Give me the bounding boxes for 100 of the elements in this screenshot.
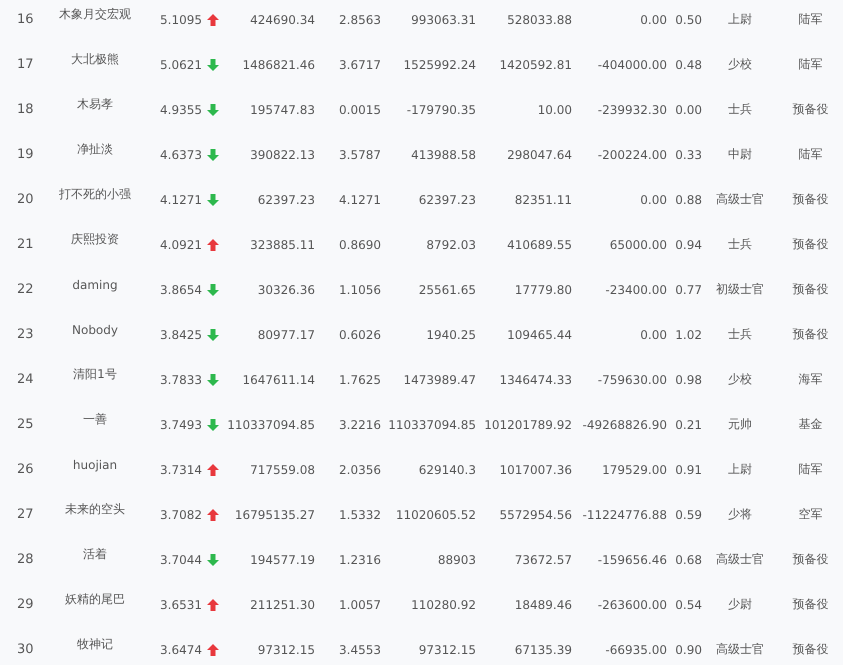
table-cell-text: 629140.3 (418, 462, 476, 476)
table-cell-text: 0.21 (674, 418, 702, 432)
table-cell-text: 8792.03 (425, 238, 476, 252)
table-cell-text: 65000.00 (608, 238, 667, 252)
table-cell-text: 110280.92 (410, 598, 476, 612)
table-cell-text: 1.02 (674, 328, 702, 342)
table-cell-text: -239932.30 (596, 102, 667, 116)
table-cell-text: 97312.15 (418, 642, 476, 656)
table-cell-text: 18489.46 (514, 598, 572, 612)
table-cell-text: 1420592.81 (498, 58, 572, 72)
table-cell-text: 1.5332 (338, 508, 381, 522)
name-cell-text: 活着 (82, 546, 108, 563)
rank-title-cell-text: 士兵 (727, 236, 753, 253)
table-cell-text: -23400.00 (604, 282, 667, 296)
branch-cell-text: 空军 (798, 506, 824, 523)
table-cell-text: 323885.11 (249, 238, 315, 252)
rank-title-cell-text: 少尉 (727, 596, 753, 613)
score-cell-text: 3.7833 (159, 372, 202, 386)
table-cell-text: -11224776.88 (582, 508, 667, 522)
table-cell-text: 3.4553 (338, 642, 381, 656)
table-cell-text: 16795135.27 (234, 508, 315, 522)
table-cell-text: 110337094.85 (226, 418, 315, 432)
rank-cell-text: 17 (16, 57, 35, 72)
table-cell-text: -49268826.90 (582, 418, 667, 432)
rank-cell-text: 27 (16, 507, 35, 522)
table-cell-text: 1940.25 (425, 328, 476, 342)
table-cell-text: 298047.64 (506, 148, 572, 162)
score-cell-text: 3.8654 (159, 282, 202, 296)
table-cell-text: 1.1056 (338, 282, 381, 296)
table-cell-text: 3.5787 (338, 148, 381, 162)
rank-cell-text: 22 (16, 282, 35, 297)
rank-cell-text: 24 (16, 372, 35, 387)
table-cell-text: -66935.00 (604, 642, 667, 656)
table-cell-text: 3.6717 (338, 58, 381, 72)
table-cell-text: 0.48 (674, 58, 702, 72)
table-cell-text: 194577.19 (249, 552, 315, 566)
rank-title-cell-text: 中尉 (727, 146, 753, 163)
table-cell-text: 0.6026 (338, 328, 381, 342)
branch-cell-text: 预备役 (792, 551, 830, 568)
table-cell-text: 88903 (436, 552, 476, 566)
score-cell-text: 3.7044 (159, 552, 202, 566)
branch-cell-text: 预备役 (792, 281, 830, 298)
branch-cell-text: 陆军 (798, 11, 824, 28)
table-cell-text: 2.8563 (338, 12, 381, 26)
rank-title-cell-text: 高级士官 (715, 551, 765, 568)
score-cell-text: 3.8425 (159, 328, 202, 342)
table-cell-text: 1.0057 (338, 598, 381, 612)
table-cell-text: 5572954.56 (498, 508, 572, 522)
score-cell-text: 3.7314 (159, 462, 202, 476)
table-cell-text: 2.0356 (338, 462, 381, 476)
name-cell-text: 一善 (82, 411, 108, 428)
table-cell-text: 413988.58 (410, 148, 476, 162)
rank-title-cell-text: 上尉 (727, 461, 753, 478)
table-cell-text: -263600.00 (596, 598, 667, 612)
table-cell-text: 25561.65 (418, 282, 476, 296)
score-cell-text: 4.6373 (159, 148, 202, 162)
rank-cell-text: 21 (16, 237, 35, 252)
table-cell-text: 0.00 (639, 12, 667, 26)
name-cell-text: 清阳1号 (72, 366, 118, 383)
branch-cell-text: 预备役 (792, 641, 830, 658)
rank-cell-text: 20 (16, 192, 35, 207)
score-cell-text: 4.9355 (159, 102, 202, 116)
table-cell-text: 0.00 (639, 192, 667, 206)
score-cell-text: 4.0921 (159, 238, 202, 252)
rank-cell-text: 19 (16, 147, 35, 162)
table-cell-text: 717559.08 (249, 462, 315, 476)
branch-cell-text: 预备役 (792, 326, 830, 343)
branch-cell-text: 预备役 (792, 191, 830, 208)
rank-title-cell-text: 高级士官 (715, 641, 765, 658)
table-cell-text: 1473989.47 (402, 372, 476, 386)
table-cell-text: 993063.31 (410, 12, 476, 26)
table-cell-text: 0.8690 (338, 238, 381, 252)
branch-cell-text: 陆军 (798, 146, 824, 163)
table-cell-text: -404000.00 (596, 58, 667, 72)
table-cell-text: 0.98 (674, 372, 702, 386)
table-cell-text: 424690.34 (249, 12, 315, 26)
table-cell-text: 0.90 (674, 642, 702, 656)
table-cell-text: 0.68 (674, 552, 702, 566)
table-cell-text: 30326.36 (256, 282, 315, 296)
score-cell-text: 3.6531 (159, 598, 202, 612)
rank-title-cell-text: 少将 (727, 506, 753, 523)
rank-cell-text: 25 (16, 417, 35, 432)
table-cell-text: 97312.15 (256, 642, 315, 656)
rank-title-cell-text: 少校 (727, 56, 753, 73)
table-cell-text: 10.00 (536, 102, 572, 116)
table-cell-text: 390822.13 (249, 148, 315, 162)
table-cell-text: 4.1271 (338, 192, 381, 206)
name-cell-text: huojian (72, 458, 118, 472)
branch-cell-text: 基金 (798, 416, 824, 433)
table-cell-text: 0.59 (674, 508, 702, 522)
table-cell-text: 62397.23 (418, 192, 476, 206)
table-cell-text: 109465.44 (506, 328, 572, 342)
table-cell-text: 179529.00 (601, 462, 667, 476)
table-cell-text: 0.00 (674, 102, 702, 116)
table-cell-text: 11020605.52 (394, 508, 476, 522)
table-cell-text: 211251.30 (249, 598, 315, 612)
table-cell-text: 17779.80 (514, 282, 572, 296)
table-cell-text: 0.50 (674, 12, 702, 26)
table-cell-text: 73672.57 (514, 552, 572, 566)
rank-cell-text: 26 (16, 462, 35, 477)
